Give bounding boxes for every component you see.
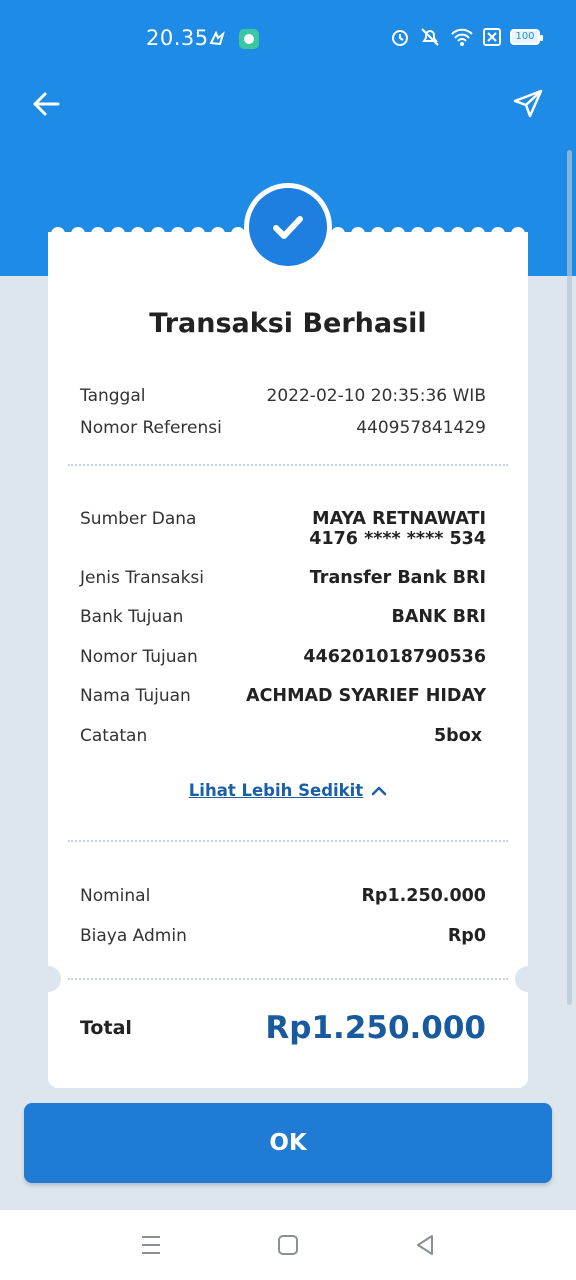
success-badge xyxy=(244,183,332,271)
destination-number-label: Nomor Tujuan xyxy=(80,647,198,667)
reference-row: Nomor Referensi 440957841429 xyxy=(80,418,486,438)
source-name: MAYA RETNAWATI xyxy=(312,509,486,529)
mute-icon xyxy=(421,28,439,46)
destination-number-row: Nomor Tujuan 446201018790536 xyxy=(80,647,486,667)
alarm-icon xyxy=(392,30,408,46)
chat-app-icon xyxy=(239,29,259,49)
admin-fee-row: Biaya Admin Rp0 xyxy=(80,926,486,946)
note-label: Catatan xyxy=(80,726,148,746)
recent-apps-button[interactable] xyxy=(138,1232,164,1258)
date-row: Tanggal 2022-02-10 20:35:36 WIB xyxy=(80,386,486,406)
divider xyxy=(68,840,508,842)
success-circle xyxy=(249,188,327,266)
wifi-icon xyxy=(451,28,473,46)
transaction-type-value: Transfer Bank BRI xyxy=(309,568,486,588)
nominal-row: Nominal Rp1.250.000 xyxy=(80,886,486,906)
triangle-back-icon xyxy=(417,1235,433,1255)
ok-button[interactable]: OK xyxy=(24,1103,552,1183)
source-value: MAYA RETNAWATI 4176 **** **** 534 xyxy=(309,509,486,549)
date-label: Tanggal xyxy=(80,386,146,406)
menu-icon xyxy=(142,1236,160,1254)
notification-icons xyxy=(208,28,260,50)
destination-bank-label: Bank Tujuan xyxy=(80,607,184,627)
transaction-type-label: Jenis Transaksi xyxy=(80,568,204,588)
system-navigation-bar xyxy=(0,1210,576,1280)
source-row: Sumber Dana MAYA RETNAWATI 4176 **** ***… xyxy=(80,509,486,549)
system-back-button[interactable] xyxy=(412,1232,438,1258)
square-icon xyxy=(278,1235,298,1255)
source-account: 4176 **** **** 534 xyxy=(309,529,486,549)
page-title: Transaksi Berhasil xyxy=(149,308,427,339)
nominal-value: Rp1.250.000 xyxy=(361,886,486,906)
reference-label: Nomor Referensi xyxy=(80,418,222,438)
admin-fee-value: Rp0 xyxy=(447,926,486,946)
send-icon xyxy=(513,89,543,118)
battery-icon: 100 xyxy=(510,29,543,45)
date-value: 2022-02-10 20:35:36 WIB xyxy=(266,386,486,406)
divider xyxy=(68,464,508,466)
arrow-left-icon xyxy=(33,92,60,116)
nominal-label: Nominal xyxy=(80,886,151,906)
reference-value: 440957841429 xyxy=(356,418,486,438)
receipt-notch-left xyxy=(35,966,61,992)
scrollbar[interactable] xyxy=(567,150,572,1005)
destination-bank-row: Bank Tujuan BANK BRI xyxy=(80,607,486,627)
no-sim-icon xyxy=(483,28,501,46)
total-label: Total xyxy=(80,1017,132,1039)
checkmark-icon xyxy=(273,216,303,239)
notification-app-icon xyxy=(209,30,225,46)
share-button[interactable] xyxy=(510,86,546,122)
show-less-label[interactable]: Lihat Lebih Sedikit xyxy=(189,781,363,800)
source-label: Sumber Dana xyxy=(80,509,197,529)
status-time: 20.35 xyxy=(146,26,209,50)
back-button[interactable] xyxy=(28,86,64,122)
destination-name-row: Nama Tujuan ACHMAD SYARIEF HIDAY xyxy=(80,686,486,706)
destination-bank-value: BANK BRI xyxy=(391,607,486,627)
destination-name-label: Nama Tujuan xyxy=(80,686,191,706)
admin-fee-label: Biaya Admin xyxy=(80,926,187,946)
note-value: 5box xyxy=(433,726,482,746)
divider xyxy=(68,978,508,980)
show-less-toggle[interactable]: Lihat Lebih Sedikit xyxy=(48,781,528,800)
receipt-notch-right xyxy=(515,966,541,992)
transaction-type-row: Jenis Transaksi Transfer Bank BRI xyxy=(80,568,486,588)
system-status-icons: 100 xyxy=(390,27,543,47)
home-button[interactable] xyxy=(275,1232,301,1258)
destination-name-value: ACHMAD SYARIEF HIDAY xyxy=(246,686,486,706)
status-bar: 20.35 100 xyxy=(0,0,576,78)
note-row: Catatan 5box xyxy=(80,726,486,746)
chevron-up-icon[interactable] xyxy=(371,785,387,797)
destination-number-value: 446201018790536 xyxy=(303,647,486,667)
total-value: Rp1.250.000 xyxy=(265,1010,486,1046)
